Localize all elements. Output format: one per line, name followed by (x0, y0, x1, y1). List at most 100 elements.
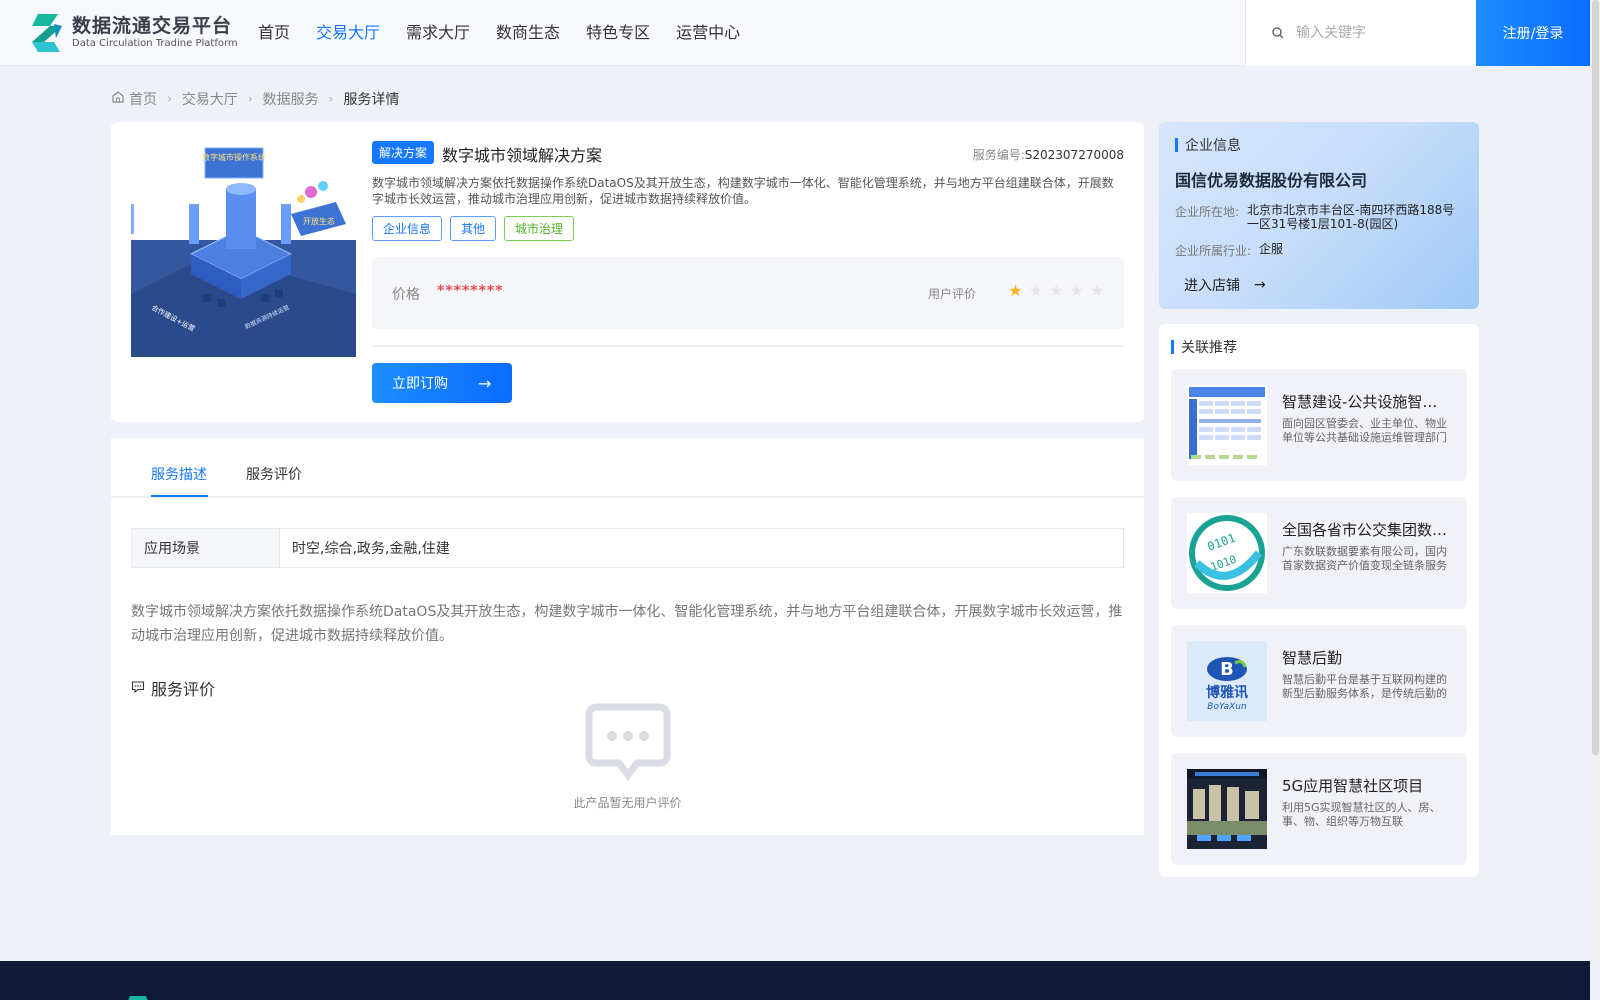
search-input[interactable] (1296, 25, 1466, 41)
recommend-desc: 面向园区管委会、业主单位、物业单位等公共基础设施运维管理部门 (1282, 417, 1447, 444)
recommend-title: 5G应用智慧社区项目 (1282, 777, 1424, 795)
chevron-right-icon: › (167, 92, 172, 106)
logo-mark-icon (28, 12, 66, 54)
comment-icon (131, 679, 145, 698)
tag-enterprise-info[interactable]: 企业信息 (372, 216, 443, 241)
main-nav: 首页 交易大厅 需求大厅 数商生态 特色专区 运营中心 (258, 22, 766, 44)
star-icon: ★ (1028, 281, 1043, 300)
breadcrumb-trading-hall[interactable]: 交易大厅 (182, 89, 238, 109)
location-value: 北京市北京市丰台区-南四环西路188号一区31号楼1层101-8(园区) (1247, 203, 1455, 231)
recommend-item[interactable]: 0101 1010 全国各省市公交集团数据资产 广东数联数据要素有限公司，国内首… (1171, 497, 1467, 609)
product-image: 数字城市操作系统 开放生态 合作建设+运营 数据资源持续运营 (131, 144, 356, 357)
svg-text:B: B (1220, 659, 1234, 680)
breadcrumb-data-service[interactable]: 数据服务 (263, 89, 319, 109)
breadcrumb-home[interactable]: 首页 (129, 89, 157, 109)
arrow-right-icon: → (1254, 277, 1266, 293)
image-label-top: 数字城市操作系统 (202, 152, 266, 162)
tag-other[interactable]: 其他 (450, 216, 497, 241)
recommend-item[interactable]: 5G应用智慧社区项目 利用5G实现智慧社区的人、房、事、物、组织等万物互联 (1171, 753, 1467, 865)
nav-home[interactable]: 首页 (258, 22, 290, 44)
recommend-item[interactable]: B 博雅讯 BoYaXun 智慧后勤 智慧后勤平台是基于互联网构建的新型后勤服务… (1171, 625, 1467, 737)
breadcrumb: 首页 › 交易大厅 › 数据服务 › 服务详情 (111, 89, 399, 109)
boyaxun-logo: B 博雅讯 BoYaXun (1187, 641, 1267, 721)
home-icon[interactable] (111, 90, 125, 108)
empty-comment-icon (585, 703, 671, 783)
rating-label: 用户评价 (927, 287, 976, 301)
enter-store-button[interactable]: 进入店铺 → (1184, 275, 1266, 295)
nav-special-zone[interactable]: 特色专区 (586, 22, 650, 44)
logo-title: 数据流通交易平台 (72, 15, 233, 37)
nav-trading-hall[interactable]: 交易大厅 (316, 22, 380, 44)
related-recommendations: 关联推荐 智慧建设-公共设施智能运维 面向园区管委会、业主单位、物业单位等公共基… (1159, 324, 1479, 877)
industry-label: 企业所属行业: (1175, 244, 1252, 258)
scrollbar-thumb[interactable] (1592, 0, 1599, 755)
table-icon (1187, 385, 1267, 465)
recommend-title: 全国各省市公交集团数据资产 (1282, 521, 1452, 539)
arrow-right-icon: → (478, 373, 492, 393)
recommend-title: 智慧后勤 (1282, 649, 1343, 667)
solution-badge: 解决方案 (372, 141, 435, 164)
buy-now-button[interactable]: 立即订购 → (372, 363, 512, 403)
product-tags: 企业信息 其他 城市治理 (372, 216, 575, 241)
detail-tabs: 服务描述 服务评价 (111, 438, 1144, 498)
platform-logo[interactable]: 数据流通交易平台 Data Circulation Tradine Platfo… (28, 12, 238, 54)
scene-label: 应用场景 (132, 529, 280, 567)
recommend-desc: 智慧后勤平台是基于互联网构建的新型后勤服务体系，是传统后勤的升级 (1282, 673, 1447, 700)
company-industry-row: 企业所属行业: 企服 (1175, 242, 1469, 259)
footer-logo-icon (122, 991, 152, 1000)
recommend-title: 智慧建设-公共设施智能运维 (1282, 393, 1452, 411)
service-detail-card: 服务描述 服务评价 应用场景 时空,综合,政务,金融,住建 数字城市领域解决方案… (111, 438, 1144, 835)
company-info-card: 企业信息 国信优易数据股份有限公司 企业所在地: 北京市北京市丰台区-南四环西路… (1159, 122, 1479, 309)
login-register-button[interactable]: 注册/登录 (1476, 0, 1590, 66)
active-tab-indicator (151, 495, 208, 497)
breadcrumb-current: 服务详情 (343, 92, 400, 108)
star-icon: ★ (1008, 281, 1023, 300)
search-icon[interactable] (1272, 24, 1284, 43)
star-icon: ★ (1069, 281, 1084, 300)
boyaxun-brand-en: BoYaXun (1207, 702, 1247, 712)
location-label: 企业所在地: (1175, 205, 1240, 219)
company-location-row: 企业所在地: 北京市北京市丰台区-南四环西路188号一区31号楼1层101-8(… (1175, 203, 1457, 231)
globe-binary-icon: 0101 1010 (1187, 513, 1267, 593)
review-title: 服务评价 (151, 680, 216, 699)
star-icon: ★ (1048, 281, 1064, 300)
detail-description: 数字城市领域解决方案依托数据操作系统DataOS及其开放生态，构建数字城市一体化… (131, 604, 1123, 644)
nav-operations[interactable]: 运营中心 (676, 22, 740, 44)
product-title: 数字城市领域解决方案 (442, 146, 603, 165)
boyaxun-brand-cn: 博雅讯 (1206, 684, 1248, 701)
chevron-right-icon: › (328, 92, 334, 106)
buy-now-label: 立即订购 (392, 376, 448, 392)
enter-store-label: 进入店铺 (1184, 278, 1240, 294)
review-section-title: 服务评价 (131, 676, 215, 700)
service-number-value: S202307270008 (1024, 148, 1124, 162)
price-value: ******** (437, 283, 504, 299)
top-header: 数据流通交易平台 Data Circulation Tradine Platfo… (0, 0, 1590, 66)
recommend-desc: 利用5G实现智慧社区的人、房、事、物、组织等万物互联 (1282, 801, 1441, 828)
search-box (1245, 0, 1476, 66)
product-card: 数字城市操作系统 开放生态 合作建设+运营 数据资源持续运营 解决方案 数字城市… (111, 122, 1144, 422)
star-icon: ★ (1089, 281, 1104, 300)
footer (0, 961, 1590, 1000)
scene-value: 时空,综合,政务,金融,住建 (292, 541, 450, 557)
image-label-side: 开放生态 (303, 216, 335, 226)
industry-value: 企服 (1259, 242, 1284, 256)
product-description: 数字城市领域解决方案依托数据操作系统DataOS及其开放生态，构建数字城市一体化… (372, 176, 1114, 206)
company-section-title: 企业信息 (1175, 135, 1241, 155)
divider (372, 345, 1124, 347)
recommend-item[interactable]: 智慧建设-公共设施智能运维 面向园区管委会、业主单位、物业单位等公共基础设施运维… (1171, 369, 1467, 481)
application-scene-row: 应用场景 时空,综合,政务,金融,住建 (131, 528, 1124, 568)
price-label: 价格 (392, 287, 420, 303)
no-reviews-text: 此产品暂无用户评价 (573, 796, 682, 810)
tab-service-description[interactable]: 服务描述 (151, 464, 207, 484)
nav-ecosystem[interactable]: 数商生态 (496, 22, 560, 44)
company-name: 国信优易数据股份有限公司 (1175, 171, 1368, 190)
recommend-desc: 广东数联数据要素有限公司，国内首家数据资产价值变现全链条服务商 (1282, 545, 1447, 572)
rating-stars: ★ ★ ★ ★ ★ (1008, 281, 1104, 300)
tag-city-governance[interactable]: 城市治理 (504, 216, 575, 241)
recommend-section-title: 关联推荐 (1171, 337, 1237, 357)
price-panel: 价格 ******** 用户评价 ★ ★ ★ ★ ★ (372, 257, 1124, 329)
city-photo-icon (1187, 769, 1267, 849)
tab-service-reviews[interactable]: 服务评价 (246, 464, 302, 484)
nav-demand-hall[interactable]: 需求大厅 (406, 22, 470, 44)
logo-subtitle: Data Circulation Tradine Platform (72, 38, 238, 49)
